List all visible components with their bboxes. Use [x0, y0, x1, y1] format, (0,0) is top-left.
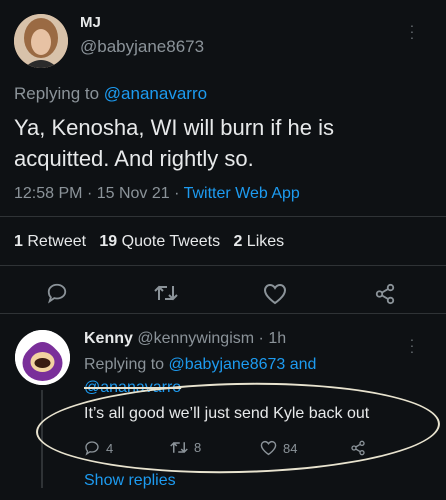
author-handle[interactable]: @babyjane8673: [80, 37, 204, 57]
likes-count: 2: [233, 233, 243, 250]
author-name[interactable]: MJ: [80, 14, 101, 31]
divider-top: [0, 216, 446, 217]
reply-time[interactable]: 1h: [268, 330, 286, 347]
replying-to-line: Replying to @ananavarro: [14, 84, 207, 104]
quotes-stat[interactable]: 19 Quote Tweets: [99, 233, 220, 250]
reply-separator: ·: [258, 330, 264, 347]
retweet-icon[interactable]: [154, 283, 178, 303]
replying-to-link[interactable]: @ananavarro: [104, 84, 207, 103]
tweet-stats: 1 Retweet 19 Quote Tweets 2 Likes: [14, 233, 284, 251]
reply-more-icon[interactable]: · · ·: [409, 332, 415, 358]
tweet-meta: 12:58 PM · 15 Nov 21 · Twitter Web App: [14, 185, 300, 203]
tweet-source[interactable]: Twitter Web App: [184, 185, 300, 202]
tweet-date[interactable]: 15 Nov 21: [97, 185, 170, 202]
reply-replying-to: Replying to @babyjane8673 and: [84, 356, 316, 374]
reply-author-name[interactable]: Kenny: [84, 330, 133, 347]
author-photo: [14, 14, 68, 68]
reply-avatar-image: [15, 330, 70, 385]
divider-bottom: [0, 313, 446, 314]
like-icon[interactable]: [263, 283, 287, 305]
quotes-label: Quote Tweets: [121, 233, 221, 250]
tweet-text-line-1: Ya, Kenosha, WI will burn if he is: [14, 115, 334, 140]
tweet-text-line-2: acquitted. And rightly so.: [14, 146, 254, 171]
tweet-time[interactable]: 12:58 PM: [14, 185, 82, 202]
reply-avatar[interactable]: [15, 330, 70, 385]
likes-label: Likes: [246, 233, 285, 250]
reply-author-handle[interactable]: @kennywingism: [137, 330, 254, 347]
author-avatar[interactable]: [14, 14, 68, 68]
share-icon[interactable]: [374, 283, 396, 305]
quotes-count: 19: [99, 233, 118, 250]
show-replies-link[interactable]: Show replies: [84, 472, 176, 490]
more-icon[interactable]: · · ·: [409, 18, 415, 44]
divider-mid: [0, 265, 446, 266]
reply-icon[interactable]: [46, 282, 68, 304]
meta-separator: ·: [86, 185, 93, 202]
reply-replying-link[interactable]: @babyjane8673 and: [169, 356, 317, 373]
reply-header: Kenny @kennywingism · 1h: [84, 330, 286, 348]
retweets-count: 1: [14, 233, 23, 250]
reply-replying-prefix: Replying to: [84, 356, 165, 373]
meta-separator-2: ·: [174, 185, 180, 202]
retweets-label: Retweet: [27, 233, 87, 250]
retweets-stat[interactable]: 1 Retweet: [14, 233, 86, 250]
likes-stat[interactable]: 2 Likes: [233, 233, 284, 250]
replying-to-prefix: Replying to: [14, 84, 100, 103]
